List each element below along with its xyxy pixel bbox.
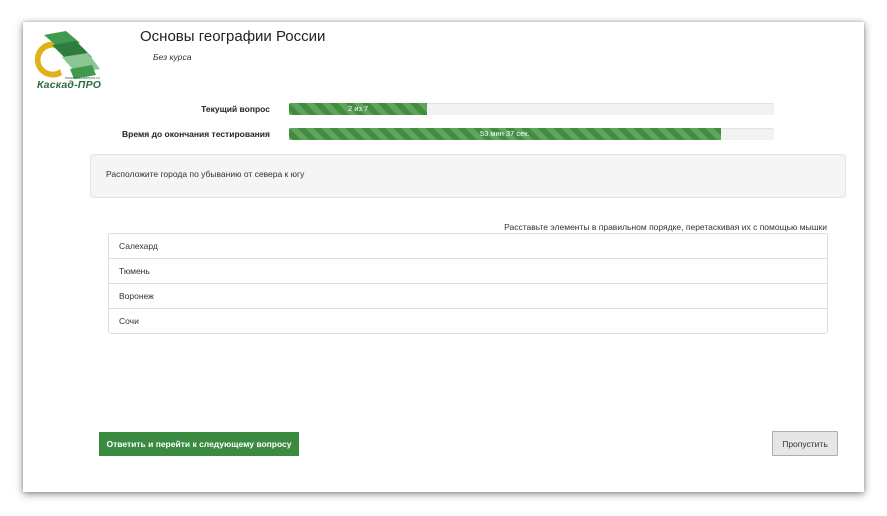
course-subtitle: Без курса (153, 52, 192, 62)
current-question-progress: 2 из 7 (289, 103, 774, 115)
question-box: Расположите города по убыванию от севера… (90, 154, 846, 198)
sortable-item-1[interactable]: Тюмень (108, 258, 828, 284)
time-left-label: Время до окончания тестирования (122, 129, 270, 139)
logo-caption: Каскад-ПРО (37, 79, 102, 91)
time-left-progress: 53 мин 37 сек. (289, 128, 774, 140)
submit-next-button[interactable]: Ответить и перейти к следующему вопросу (99, 432, 299, 456)
current-question-progress-fill: 2 из 7 (289, 103, 428, 115)
current-question-label: Текущий вопрос (201, 104, 270, 114)
sortable-item-2[interactable]: Воронеж (108, 283, 828, 309)
instruction-text: Расставьте элементы в правильном порядке… (504, 222, 827, 232)
sortable-list: Салехард Тюмень Воронеж Сочи (108, 233, 828, 334)
question-text: Расположите города по убыванию от севера… (106, 169, 305, 179)
test-window: www.cascadepro.ru Каскад-ПРО Основы геог… (23, 22, 864, 492)
sortable-item-3[interactable]: Сочи (108, 308, 828, 334)
time-left-progress-fill: 53 мин 37 сек. (289, 128, 721, 140)
sortable-item-0[interactable]: Салехард (108, 233, 828, 259)
course-title: Основы географии России (140, 28, 326, 45)
skip-button[interactable]: Пропустить (772, 431, 838, 456)
